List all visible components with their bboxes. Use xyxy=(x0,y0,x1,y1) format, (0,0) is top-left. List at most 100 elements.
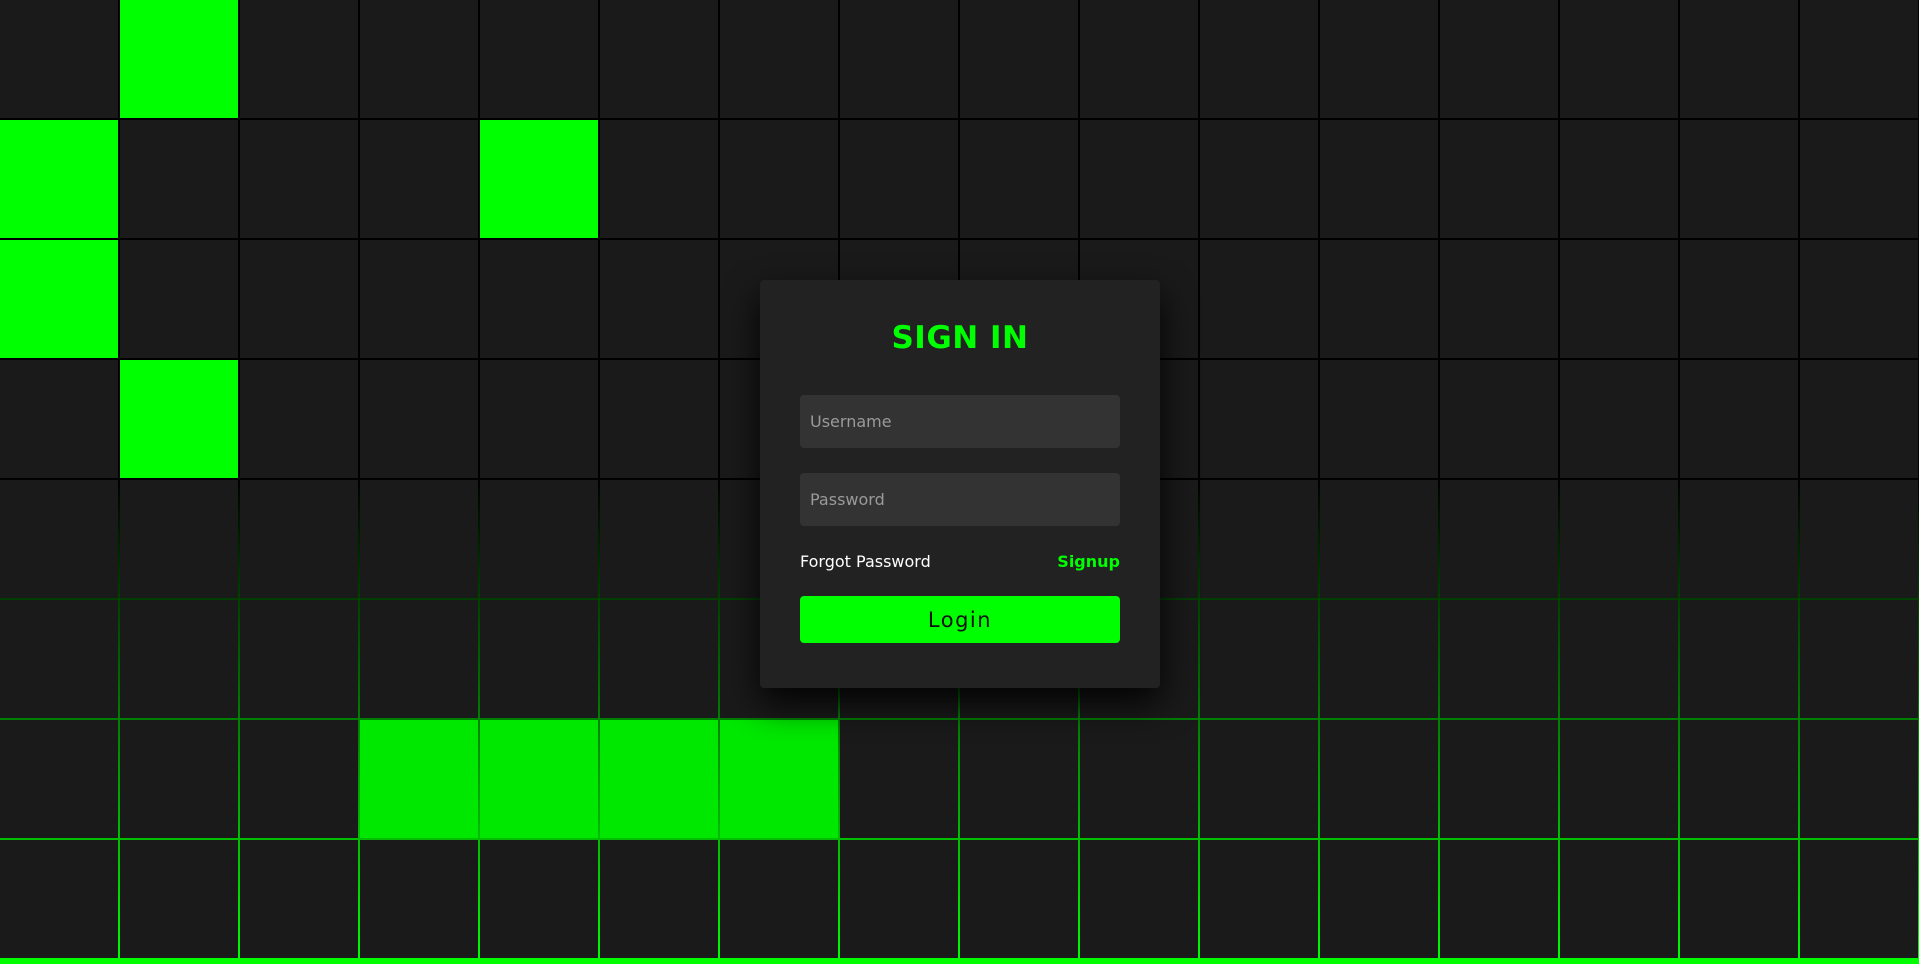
grid-cell xyxy=(1320,600,1438,718)
grid-cell xyxy=(0,360,118,478)
grid-cell xyxy=(240,720,358,838)
grid-cell xyxy=(1680,240,1798,358)
grid-cell xyxy=(1200,360,1318,478)
login-button[interactable]: Login xyxy=(800,596,1120,643)
grid-cell xyxy=(1800,360,1918,478)
grid-cell xyxy=(960,0,1078,118)
signup-link[interactable]: Signup xyxy=(1057,552,1120,571)
grid-cell xyxy=(1200,720,1318,838)
grid-cell xyxy=(360,600,478,718)
grid-cell xyxy=(360,480,478,598)
grid-cell xyxy=(240,120,358,238)
grid-cell xyxy=(1200,240,1318,358)
grid-cell xyxy=(120,840,238,958)
grid-cell xyxy=(1320,480,1438,598)
grid-cell xyxy=(1800,840,1918,958)
grid-cell xyxy=(120,120,238,238)
grid-cell xyxy=(0,600,118,718)
grid-cell xyxy=(360,240,478,358)
grid-cell xyxy=(0,840,118,958)
grid-cell xyxy=(360,360,478,478)
grid-cell xyxy=(1440,240,1558,358)
grid-cell xyxy=(600,600,718,718)
grid-cell xyxy=(1320,720,1438,838)
grid-cell-lit xyxy=(480,720,598,838)
grid-cell xyxy=(960,720,1078,838)
grid-cell xyxy=(480,840,598,958)
grid-cell xyxy=(1560,480,1678,598)
grid-cell xyxy=(1440,600,1558,718)
grid-cell xyxy=(480,240,598,358)
grid-cell xyxy=(1080,120,1198,238)
grid-cell xyxy=(600,240,718,358)
grid-cell xyxy=(1680,360,1798,478)
grid-cell-lit xyxy=(720,720,838,838)
grid-cell xyxy=(1560,240,1678,358)
grid-cell xyxy=(1080,720,1198,838)
grid-cell xyxy=(960,120,1078,238)
grid-cell-lit xyxy=(120,0,238,118)
grid-cell xyxy=(1800,0,1918,118)
grid-cell-lit xyxy=(120,360,238,478)
grid-cell xyxy=(1320,0,1438,118)
grid-cell xyxy=(720,0,838,118)
grid-cell xyxy=(1800,480,1918,598)
grid-cell xyxy=(240,240,358,358)
grid-cell-lit xyxy=(0,120,118,238)
grid-cell xyxy=(360,0,478,118)
grid-cell xyxy=(720,120,838,238)
grid-cell xyxy=(0,0,118,118)
grid-cell xyxy=(1320,840,1438,958)
grid-cell xyxy=(240,480,358,598)
grid-cell-lit xyxy=(480,120,598,238)
grid-cell xyxy=(600,480,718,598)
grid-cell xyxy=(1680,720,1798,838)
username-input[interactable] xyxy=(800,395,1120,448)
grid-cell xyxy=(120,720,238,838)
grid-cell xyxy=(1200,840,1318,958)
grid-cell-lit xyxy=(360,720,478,838)
grid-cell xyxy=(1320,360,1438,478)
grid-cell xyxy=(120,600,238,718)
grid-cell xyxy=(1200,0,1318,118)
grid-cell xyxy=(720,840,838,958)
sign-in-title: SIGN IN xyxy=(891,320,1029,356)
grid-cell xyxy=(0,720,118,838)
grid-cell xyxy=(1320,240,1438,358)
grid-cell xyxy=(840,720,958,838)
grid-cell xyxy=(1080,0,1198,118)
grid-cell xyxy=(960,840,1078,958)
grid-cell xyxy=(0,480,118,598)
grid-cell xyxy=(1680,120,1798,238)
grid-cell xyxy=(1440,720,1558,838)
grid-cell xyxy=(120,480,238,598)
grid-cell xyxy=(1800,240,1918,358)
grid-cell xyxy=(1440,360,1558,478)
password-input[interactable] xyxy=(800,473,1120,526)
grid-cell xyxy=(1080,840,1198,958)
grid-cell xyxy=(480,360,598,478)
grid-cell xyxy=(360,840,478,958)
grid-cell xyxy=(600,840,718,958)
grid-cell xyxy=(1560,840,1678,958)
grid-cell xyxy=(1440,0,1558,118)
grid-cell xyxy=(1200,120,1318,238)
grid-cell xyxy=(1680,600,1798,718)
grid-cell xyxy=(1560,720,1678,838)
grid-cell xyxy=(1800,600,1918,718)
grid-cell xyxy=(1200,480,1318,598)
grid-cell xyxy=(240,360,358,478)
grid-cell xyxy=(1560,360,1678,478)
grid-cell xyxy=(480,600,598,718)
grid-cell xyxy=(840,0,958,118)
forgot-password-link[interactable]: Forgot Password xyxy=(800,552,931,571)
grid-cell xyxy=(1200,600,1318,718)
grid-cell xyxy=(1560,600,1678,718)
grid-cell xyxy=(1560,120,1678,238)
grid-cell xyxy=(120,240,238,358)
grid-cell xyxy=(600,360,718,478)
grid-cell xyxy=(240,600,358,718)
grid-cell-lit xyxy=(0,240,118,358)
grid-cell xyxy=(840,120,958,238)
grid-cell xyxy=(1800,720,1918,838)
